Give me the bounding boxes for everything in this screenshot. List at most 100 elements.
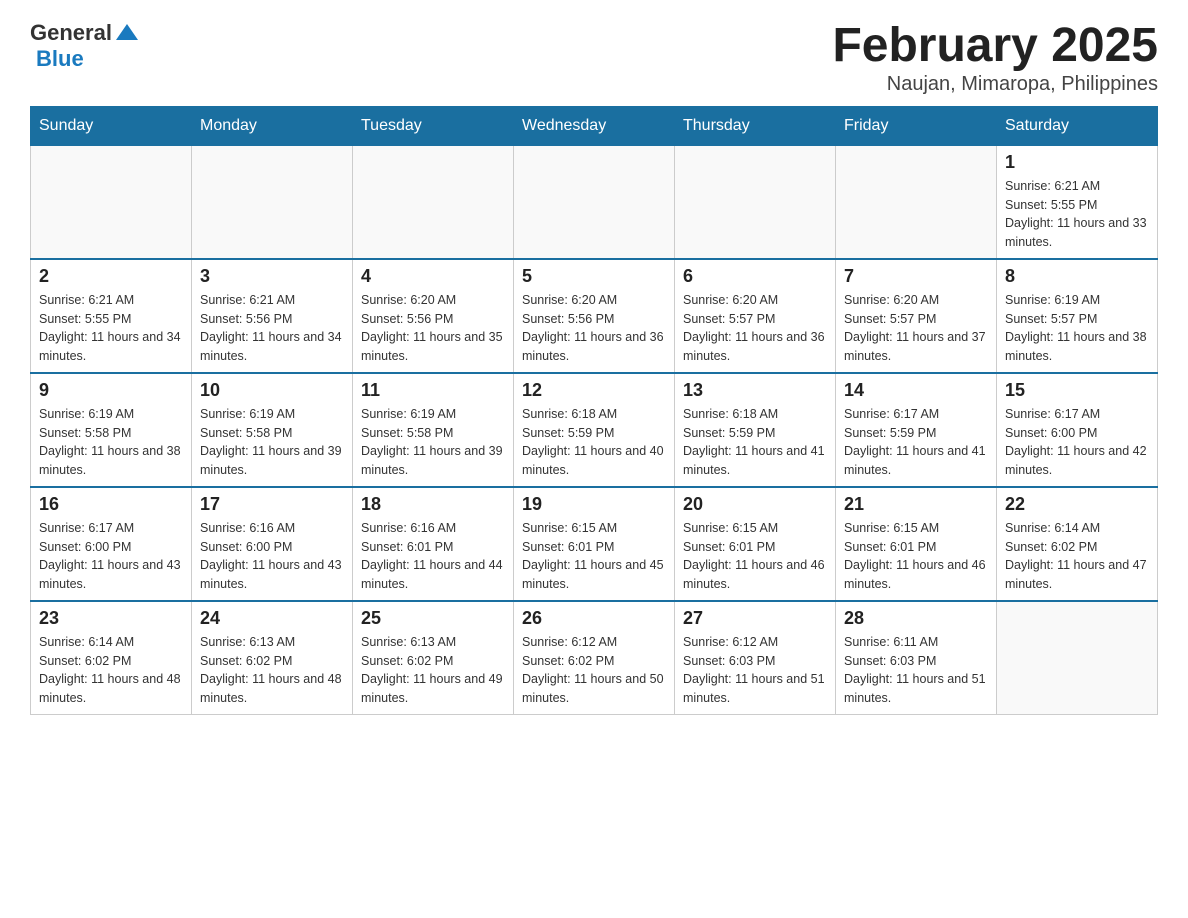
- day-number: 6: [683, 266, 827, 287]
- calendar-cell: 27 Sunrise: 6:12 AMSunset: 6:03 PMDayligh…: [675, 601, 836, 715]
- logo-icon: [114, 20, 140, 46]
- calendar-cell: 20 Sunrise: 6:15 AMSunset: 6:01 PMDayligh…: [675, 487, 836, 601]
- calendar-cell: 23 Sunrise: 6:14 AMSunset: 6:02 PMDayligh…: [31, 601, 192, 715]
- day-info: Sunrise: 6:20 AMSunset: 5:57 PMDaylight:…: [683, 291, 827, 366]
- calendar-cell: 18 Sunrise: 6:16 AMSunset: 6:01 PMDayligh…: [353, 487, 514, 601]
- day-number: 16: [39, 494, 183, 515]
- day-info: Sunrise: 6:17 AMSunset: 5:59 PMDaylight:…: [844, 405, 988, 480]
- day-info: Sunrise: 6:20 AMSunset: 5:57 PMDaylight:…: [844, 291, 988, 366]
- day-info: Sunrise: 6:11 AMSunset: 6:03 PMDaylight:…: [844, 633, 988, 708]
- day-info: Sunrise: 6:14 AMSunset: 6:02 PMDaylight:…: [39, 633, 183, 708]
- day-number: 15: [1005, 380, 1149, 401]
- day-number: 13: [683, 380, 827, 401]
- day-number: 26: [522, 608, 666, 629]
- calendar-cell: 6 Sunrise: 6:20 AMSunset: 5:57 PMDaylight…: [675, 259, 836, 373]
- day-info: Sunrise: 6:17 AMSunset: 6:00 PMDaylight:…: [39, 519, 183, 594]
- day-info: Sunrise: 6:16 AMSunset: 6:00 PMDaylight:…: [200, 519, 344, 594]
- day-info: Sunrise: 6:12 AMSunset: 6:03 PMDaylight:…: [683, 633, 827, 708]
- day-info: Sunrise: 6:15 AMSunset: 6:01 PMDaylight:…: [844, 519, 988, 594]
- calendar-cell: 28 Sunrise: 6:11 AMSunset: 6:03 PMDayligh…: [836, 601, 997, 715]
- day-info: Sunrise: 6:18 AMSunset: 5:59 PMDaylight:…: [522, 405, 666, 480]
- calendar-cell: 26 Sunrise: 6:12 AMSunset: 6:02 PMDayligh…: [514, 601, 675, 715]
- calendar-cell: 10Sunrise: 6:19 AMSunset: 5:58 PMDayligh…: [192, 373, 353, 487]
- calendar-cell: [31, 145, 192, 259]
- calendar-cell: 7 Sunrise: 6:20 AMSunset: 5:57 PMDaylight…: [836, 259, 997, 373]
- weekday-header-friday: Friday: [836, 106, 997, 145]
- day-number: 3: [200, 266, 344, 287]
- day-number: 20: [683, 494, 827, 515]
- day-number: 10: [200, 380, 344, 401]
- week-row-1: 1Sunrise: 6:21 AMSunset: 5:55 PMDaylight…: [31, 145, 1158, 259]
- calendar-cell: 4 Sunrise: 6:20 AMSunset: 5:56 PMDaylight…: [353, 259, 514, 373]
- calendar-cell: 13 Sunrise: 6:18 AMSunset: 5:59 PMDayligh…: [675, 373, 836, 487]
- day-info: Sunrise: 6:19 AMSunset: 5:58 PMDaylight:…: [39, 405, 183, 480]
- day-info: Sunrise: 6:14 AMSunset: 6:02 PMDaylight:…: [1005, 519, 1149, 594]
- day-number: 22: [1005, 494, 1149, 515]
- day-number: 1: [1005, 152, 1149, 173]
- calendar-cell: [353, 145, 514, 259]
- calendar-cell: 16 Sunrise: 6:17 AMSunset: 6:00 PMDayligh…: [31, 487, 192, 601]
- week-row-3: 9 Sunrise: 6:19 AMSunset: 5:58 PMDaylight…: [31, 373, 1158, 487]
- logo-general-text: General: [30, 20, 112, 46]
- day-info: Sunrise: 6:21 AMSunset: 5:56 PMDaylight:…: [200, 291, 344, 366]
- day-info: Sunrise: 6:18 AMSunset: 5:59 PMDaylight:…: [683, 405, 827, 480]
- location-title: Naujan, Mimaropa, Philippines: [832, 73, 1158, 96]
- day-info: Sunrise: 6:19 AMSunset: 5:58 PMDaylight:…: [361, 405, 505, 480]
- calendar-cell: 1Sunrise: 6:21 AMSunset: 5:55 PMDaylight…: [997, 145, 1158, 259]
- day-info: Sunrise: 6:21 AMSunset: 5:55 PMDaylight:…: [39, 291, 183, 366]
- weekday-header-monday: Monday: [192, 106, 353, 145]
- day-number: 4: [361, 266, 505, 287]
- day-number: 28: [844, 608, 988, 629]
- logo: General Blue: [30, 20, 140, 72]
- calendar-table: SundayMondayTuesdayWednesdayThursdayFrid…: [30, 106, 1158, 715]
- calendar-cell: 15 Sunrise: 6:17 AMSunset: 6:00 PMDayligh…: [997, 373, 1158, 487]
- day-info: Sunrise: 6:12 AMSunset: 6:02 PMDaylight:…: [522, 633, 666, 708]
- calendar-cell: 11 Sunrise: 6:19 AMSunset: 5:58 PMDayligh…: [353, 373, 514, 487]
- day-info: Sunrise: 6:17 AMSunset: 6:00 PMDaylight:…: [1005, 405, 1149, 480]
- day-info: Sunrise: 6:16 AMSunset: 6:01 PMDaylight:…: [361, 519, 505, 594]
- weekday-header-tuesday: Tuesday: [353, 106, 514, 145]
- calendar-cell: [675, 145, 836, 259]
- day-info: Sunrise: 6:13 AMSunset: 6:02 PMDaylight:…: [200, 633, 344, 708]
- day-number: 11: [361, 380, 505, 401]
- weekday-header-sunday: Sunday: [31, 106, 192, 145]
- day-number: 23: [39, 608, 183, 629]
- calendar-cell: [836, 145, 997, 259]
- day-number: 18: [361, 494, 505, 515]
- calendar-cell: [192, 145, 353, 259]
- day-info: Sunrise: 6:20 AMSunset: 5:56 PMDaylight:…: [361, 291, 505, 366]
- calendar-cell: 9 Sunrise: 6:19 AMSunset: 5:58 PMDaylight…: [31, 373, 192, 487]
- day-number: 24: [200, 608, 344, 629]
- week-row-5: 23 Sunrise: 6:14 AMSunset: 6:02 PMDayligh…: [31, 601, 1158, 715]
- day-number: 14: [844, 380, 988, 401]
- month-title: February 2025: [832, 20, 1158, 73]
- day-info: Sunrise: 6:13 AMSunset: 6:02 PMDaylight:…: [361, 633, 505, 708]
- day-info: Sunrise: 6:15 AMSunset: 6:01 PMDaylight:…: [683, 519, 827, 594]
- weekday-header-thursday: Thursday: [675, 106, 836, 145]
- week-row-4: 16 Sunrise: 6:17 AMSunset: 6:00 PMDayligh…: [31, 487, 1158, 601]
- day-number: 7: [844, 266, 988, 287]
- day-number: 8: [1005, 266, 1149, 287]
- day-info: Sunrise: 6:19 AMSunset: 5:57 PMDaylight:…: [1005, 291, 1149, 366]
- day-number: 17: [200, 494, 344, 515]
- title-section: February 2025 Naujan, Mimaropa, Philippi…: [832, 20, 1158, 96]
- day-number: 25: [361, 608, 505, 629]
- calendar-cell: [997, 601, 1158, 715]
- day-number: 9: [39, 380, 183, 401]
- logo-blue-text: Blue: [36, 46, 84, 72]
- calendar-cell: 2 Sunrise: 6:21 AMSunset: 5:55 PMDaylight…: [31, 259, 192, 373]
- calendar-cell: 25 Sunrise: 6:13 AMSunset: 6:02 PMDayligh…: [353, 601, 514, 715]
- calendar-cell: [514, 145, 675, 259]
- page-header: General Blue February 2025 Naujan, Mimar…: [30, 20, 1158, 96]
- weekday-header-wednesday: Wednesday: [514, 106, 675, 145]
- day-number: 27: [683, 608, 827, 629]
- calendar-cell: 21Sunrise: 6:15 AMSunset: 6:01 PMDayligh…: [836, 487, 997, 601]
- day-number: 5: [522, 266, 666, 287]
- calendar-cell: 8 Sunrise: 6:19 AMSunset: 5:57 PMDaylight…: [997, 259, 1158, 373]
- calendar-cell: 5Sunrise: 6:20 AMSunset: 5:56 PMDaylight…: [514, 259, 675, 373]
- calendar-cell: 12Sunrise: 6:18 AMSunset: 5:59 PMDayligh…: [514, 373, 675, 487]
- weekday-header-row: SundayMondayTuesdayWednesdayThursdayFrid…: [31, 106, 1158, 145]
- day-number: 2: [39, 266, 183, 287]
- week-row-2: 2 Sunrise: 6:21 AMSunset: 5:55 PMDaylight…: [31, 259, 1158, 373]
- calendar-cell: 22 Sunrise: 6:14 AMSunset: 6:02 PMDayligh…: [997, 487, 1158, 601]
